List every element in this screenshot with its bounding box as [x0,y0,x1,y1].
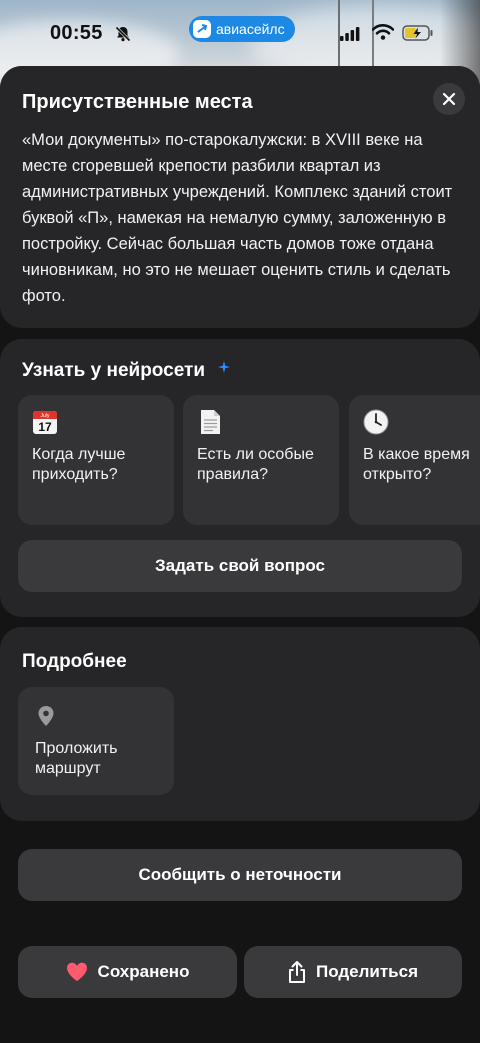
ai-question-rules[interactable]: Есть ли особые правила? [183,395,339,525]
ai-questions-list: July 17 Когда лучше приходить? Есть ли о… [18,395,480,527]
share-icon [288,961,305,983]
saved-button[interactable]: Сохранено [18,946,237,998]
calendar-icon: July 17 [33,411,57,434]
location-pin-icon [38,706,54,726]
ai-section-title: Узнать у нейросети [22,360,206,381]
close-button[interactable] [433,83,465,115]
status-bar: 00:55 авиасейлс [0,0,480,66]
close-icon [442,92,456,106]
wifi-icon [372,24,394,40]
bell-slash-icon [115,26,131,42]
place-details-sheet: Присутственные места «Мои документы» по-… [0,66,480,1043]
document-icon [201,410,220,434]
about-card: Присутственные места «Мои документы» по-… [0,66,480,328]
aviasales-logo-icon [193,20,211,38]
share-label: Поделиться [315,962,419,981]
ai-question-when-to-come[interactable]: July 17 Когда лучше приходить? [18,395,174,525]
build-route-label: Проложить маршрут [35,740,118,777]
ai-question-label: В какое время открыто? [363,446,470,483]
svg-text:July: July [41,413,50,419]
battery-charging-icon [402,25,433,41]
heart-icon [66,962,87,981]
cellular-signal-icon [340,27,360,41]
ai-question-label: Есть ли особые правила? [197,446,314,483]
more-card: Подробнее Проложить маршрут [0,627,480,821]
saved-label: Сохранено [97,962,190,981]
app-indicator-label: авиасейлс [216,21,285,37]
status-time: 00:55 [50,22,103,44]
ai-card: Узнать у нейросети July 17 Когда лучше п… [0,339,480,617]
clock-icon [363,409,389,435]
share-button[interactable]: Поделиться [244,946,462,998]
build-route-button[interactable]: Проложить маршрут [18,687,174,795]
report-inaccuracy-button[interactable]: Сообщить о неточности [18,849,462,901]
place-title: Присутственные места [22,91,253,113]
sparkle-icon [218,361,230,373]
ask-own-question-button[interactable]: Задать свой вопрос [18,540,462,592]
ai-question-label: Когда лучше приходить? [32,446,126,483]
app-indicator-pill[interactable]: авиасейлс [189,16,295,42]
ai-question-opening-hours[interactable]: В какое время открыто? [349,395,480,525]
more-section-title: Подробнее [22,651,127,672]
svg-text:17: 17 [38,420,52,434]
place-description: «Мои документы» по-старокалужски: в XVII… [22,131,453,305]
